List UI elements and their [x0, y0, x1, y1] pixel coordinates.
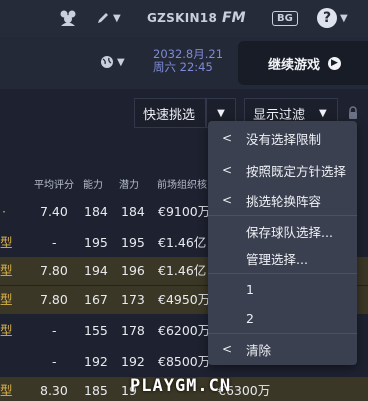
chevron-left-icon: <	[221, 163, 233, 177]
bg-button[interactable]: BG	[272, 7, 298, 29]
rating-cell: -	[52, 235, 57, 250]
menu-item-label: 没有选择限制	[246, 131, 322, 147]
value-cell: €1.46亿	[158, 263, 207, 278]
value-cell: €6200万	[158, 323, 211, 338]
player-type: 型	[0, 292, 13, 307]
game-date[interactable]: 2032.8月.21 周六 22:45	[153, 48, 223, 74]
potential-cell: 196	[121, 263, 145, 278]
potential-cell: 184	[121, 204, 145, 219]
watermark: PLAYGM.CN	[130, 376, 232, 396]
ability-cell: 192	[84, 354, 108, 369]
chevron-left-icon: <	[221, 193, 233, 207]
potential-cell: 192	[121, 354, 145, 369]
club-name[interactable]: GZSKIN18	[147, 7, 217, 29]
quick-pick-menu: < 没有选择限制 < 按照既定方针选择 < 挑选轮换阵容 保存球队选择... 管…	[208, 121, 357, 365]
lock-icon[interactable]	[348, 106, 358, 119]
team-menu[interactable]	[58, 7, 78, 29]
menu-item-clear[interactable]: < 清除	[208, 334, 357, 364]
pen-icon	[98, 13, 108, 23]
menu-item-by-policy[interactable]: < 按照既定方针选择	[208, 155, 357, 185]
menu-item-label: 清除	[246, 342, 272, 358]
ability-cell: 185	[84, 383, 108, 398]
menu-item-save-selection[interactable]: 保存球队选择...	[208, 216, 357, 246]
chevron-down-icon: ▼	[340, 12, 348, 24]
help-menu[interactable]: ? ▼	[317, 7, 348, 29]
menu-item-label: 1	[246, 281, 254, 297]
globe-icon	[101, 56, 113, 68]
time-text: 周六 22:45	[153, 60, 213, 74]
menu-item-label: 保存球队选择...	[246, 224, 333, 240]
menu-item-rotation[interactable]: < 挑选轮换阵容	[208, 185, 357, 215]
value-cell: €1.46亿	[158, 235, 207, 250]
team-icon	[60, 10, 76, 26]
value-cell: €9100万	[158, 204, 211, 219]
ability-cell: 155	[84, 323, 108, 338]
menu-item-label: 挑选轮换阵容	[246, 193, 322, 209]
ability-cell: 194	[84, 263, 108, 278]
player-type: 型	[0, 383, 13, 398]
ability-cell: 167	[84, 292, 108, 307]
rating-cell: -	[52, 323, 57, 338]
chevron-down-icon: ▼	[117, 56, 125, 68]
ability-cell: 184	[84, 204, 108, 219]
player-type: ·	[2, 204, 6, 219]
continue-label: 继续游戏	[268, 57, 321, 73]
globe-menu[interactable]: ▼	[100, 55, 125, 69]
player-type: 型	[0, 323, 13, 338]
potential-cell: 173	[121, 292, 145, 307]
value-cell: €4950万	[158, 292, 211, 307]
chevron-left-icon: <	[221, 131, 233, 145]
rating-cell: -	[52, 354, 57, 369]
menu-item-1[interactable]: 1	[208, 274, 357, 304]
rating-cell: 7.80	[40, 292, 68, 307]
menu-item-label: 按照既定方针选择	[246, 163, 347, 179]
quick-pick-label: 快速挑选	[143, 107, 196, 123]
bg-label: BG	[272, 10, 298, 26]
header-ability[interactable]: 能力	[83, 176, 103, 191]
top-bar: ▼ GZSKIN18 FM BG ? ▼	[0, 0, 368, 37]
rating-cell: 7.80	[40, 263, 68, 278]
menu-item-label: 管理选择...	[246, 251, 308, 267]
chevron-down-icon: ▼	[113, 12, 121, 24]
menu-item-manage-selection[interactable]: 管理选择...	[208, 243, 357, 273]
chevron-down-icon: ▼	[319, 107, 327, 119]
menu-item-2[interactable]: 2	[208, 303, 357, 333]
header-rating[interactable]: 平均评分	[34, 176, 74, 191]
rating-cell: 8.30	[40, 383, 68, 398]
continue-game-button[interactable]: 继续游戏 ▶	[238, 41, 368, 85]
player-type: 型	[0, 235, 13, 250]
chevron-down-icon: ▼	[217, 107, 225, 119]
game-status-bar: ▼ 2032.8月.21 周六 22:45 继续游戏 ▶	[0, 37, 368, 89]
rating-cell: 7.40	[40, 204, 68, 219]
header-potential[interactable]: 潜力	[119, 176, 139, 191]
player-type: 型	[0, 263, 13, 278]
menu-item-no-restriction[interactable]: < 没有选择限制	[208, 123, 357, 153]
display-filter-label: 显示过滤	[253, 107, 306, 123]
chevron-left-icon: <	[221, 342, 233, 356]
menu-item-label: 2	[246, 310, 254, 326]
help-icon: ?	[317, 8, 337, 28]
arrow-right-icon: ▶	[328, 56, 342, 70]
edit-menu[interactable]: ▼	[96, 7, 121, 29]
potential-cell: 195	[121, 235, 145, 250]
quick-pick-button[interactable]: 快速挑选	[134, 98, 206, 128]
potential-cell: 178	[121, 323, 145, 338]
fm-logo[interactable]: FM	[222, 7, 246, 29]
value-cell: €8500万	[158, 354, 211, 369]
ability-cell: 195	[84, 235, 108, 250]
